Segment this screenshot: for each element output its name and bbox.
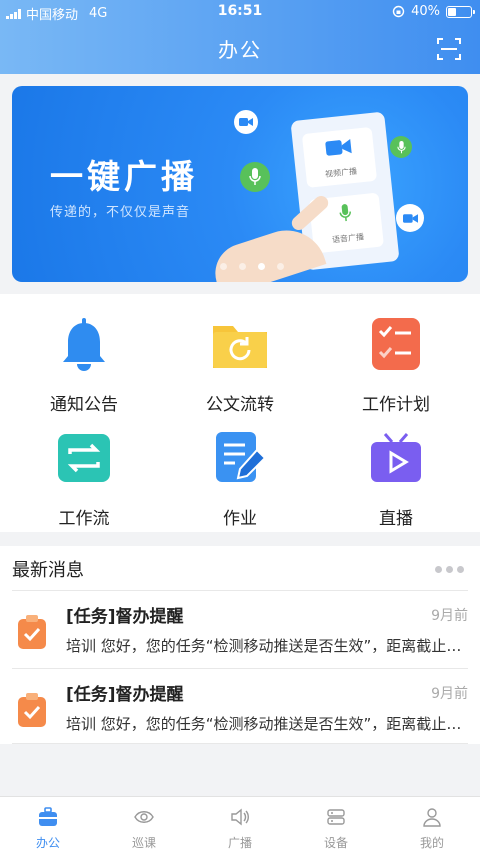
message-time: 9月前 xyxy=(431,686,468,702)
bell-icon xyxy=(63,318,105,371)
grid-item-plan[interactable]: 工作计划 xyxy=(316,298,476,415)
tab-broadcast[interactable]: 广播 xyxy=(192,797,288,853)
task-clipboard-icon xyxy=(18,615,46,649)
tab-label: 我的 xyxy=(419,836,444,850)
battery-percent: 40% xyxy=(411,4,440,19)
speaker-icon xyxy=(231,808,249,826)
orientation-lock-icon xyxy=(392,5,405,18)
tab-patrol[interactable]: 巡课 xyxy=(96,797,192,853)
banner-title: 一键广播 xyxy=(50,157,198,196)
carousel-dot[interactable] xyxy=(258,263,265,270)
tab-mine[interactable]: 我的 xyxy=(384,797,480,853)
checklist-icon xyxy=(372,318,420,370)
banner-subtitle: 传递的，不仅仅是声音 xyxy=(50,205,191,220)
user-icon xyxy=(423,808,441,827)
video-broadcast-card: 视频广播 xyxy=(301,126,378,188)
homework-icon xyxy=(216,432,267,482)
tab-label: 广播 xyxy=(227,836,252,850)
tab-label: 办公 xyxy=(35,836,60,850)
app-header: 中国移动 4G 16:51 40% 办公 xyxy=(0,0,480,74)
latest-news: 最新消息 [任务]督办提醒 9月前 培训 您好，您的任务“检测移动推送是否生效”… xyxy=(0,546,480,744)
grid-label: 作业 xyxy=(223,509,257,529)
video-broadcast-label: 视频广播 xyxy=(324,166,358,179)
scan-icon[interactable] xyxy=(436,36,462,62)
message-title: [任务]督办提醒 xyxy=(66,607,184,627)
battery-fill xyxy=(448,7,457,16)
message-item[interactable]: [任务]督办提醒 9月前 培训 您好，您的任务“检测移动推送是否生效”，距离截止… xyxy=(12,590,468,666)
tab-device[interactable]: 设备 xyxy=(288,797,384,853)
battery-icon xyxy=(446,5,475,18)
grid-item-homework[interactable]: 作业 xyxy=(160,412,320,529)
news-title: 最新消息 xyxy=(12,560,84,581)
voice-broadcast-label: 语音广播 xyxy=(331,232,365,245)
grid-item-notice[interactable]: 通知公告 xyxy=(4,298,164,415)
carousel-dot[interactable] xyxy=(220,263,227,270)
workflow-icon xyxy=(58,434,110,482)
carousel-dots[interactable] xyxy=(24,263,468,270)
tv-live-icon xyxy=(371,433,421,482)
status-bar: 中国移动 4G 16:51 40% xyxy=(0,0,480,24)
folder-refresh-icon xyxy=(213,326,267,368)
status-right: 40% xyxy=(392,4,475,19)
page-title: 办公 xyxy=(218,38,262,62)
device-icon xyxy=(327,809,345,825)
video-icon xyxy=(396,204,424,232)
video-icon xyxy=(234,110,258,134)
tab-office[interactable]: 办公 xyxy=(0,797,96,853)
task-clipboard-icon xyxy=(18,693,46,727)
message-body: 培训 您好，您的任务“检测移动推送是否生效”，距离截止时间还有 xyxy=(66,715,468,733)
carousel-dot[interactable] xyxy=(239,263,246,270)
briefcase-icon xyxy=(39,807,57,826)
microphone-icon xyxy=(240,162,270,192)
grid-item-document[interactable]: 公文流转 xyxy=(160,298,320,415)
eye-icon xyxy=(134,811,154,823)
message-item[interactable]: [任务]督办提醒 9月前 培训 您好，您的任务“检测移动推送是否生效”，距离截止… xyxy=(12,668,468,744)
grid-item-workflow[interactable]: 工作流 xyxy=(4,412,164,529)
grid-label: 直播 xyxy=(379,509,413,529)
message-body: 培训 您好，您的任务“检测移动推送是否生效”，距离截止时间还有 xyxy=(66,637,468,655)
carousel-dot[interactable] xyxy=(277,263,284,270)
bottom-tab-bar: 办公 巡课 广播 设备 我的 xyxy=(0,796,480,853)
message-time: 9月前 xyxy=(431,608,468,624)
tab-label: 设备 xyxy=(323,836,348,850)
more-icon[interactable] xyxy=(435,566,464,573)
tab-label: 巡课 xyxy=(131,836,156,850)
feature-grid: 通知公告 公文流转 工作计划 工作流 作业 直播 xyxy=(0,294,480,532)
grid-label: 工作流 xyxy=(58,509,110,529)
message-title: [任务]督办提醒 xyxy=(66,685,184,705)
promo-banner[interactable]: 一键广播 传递的，不仅仅是声音 视频广播 语音广播 xyxy=(12,86,468,282)
microphone-icon xyxy=(390,136,412,158)
grid-item-live[interactable]: 直播 xyxy=(316,412,476,529)
